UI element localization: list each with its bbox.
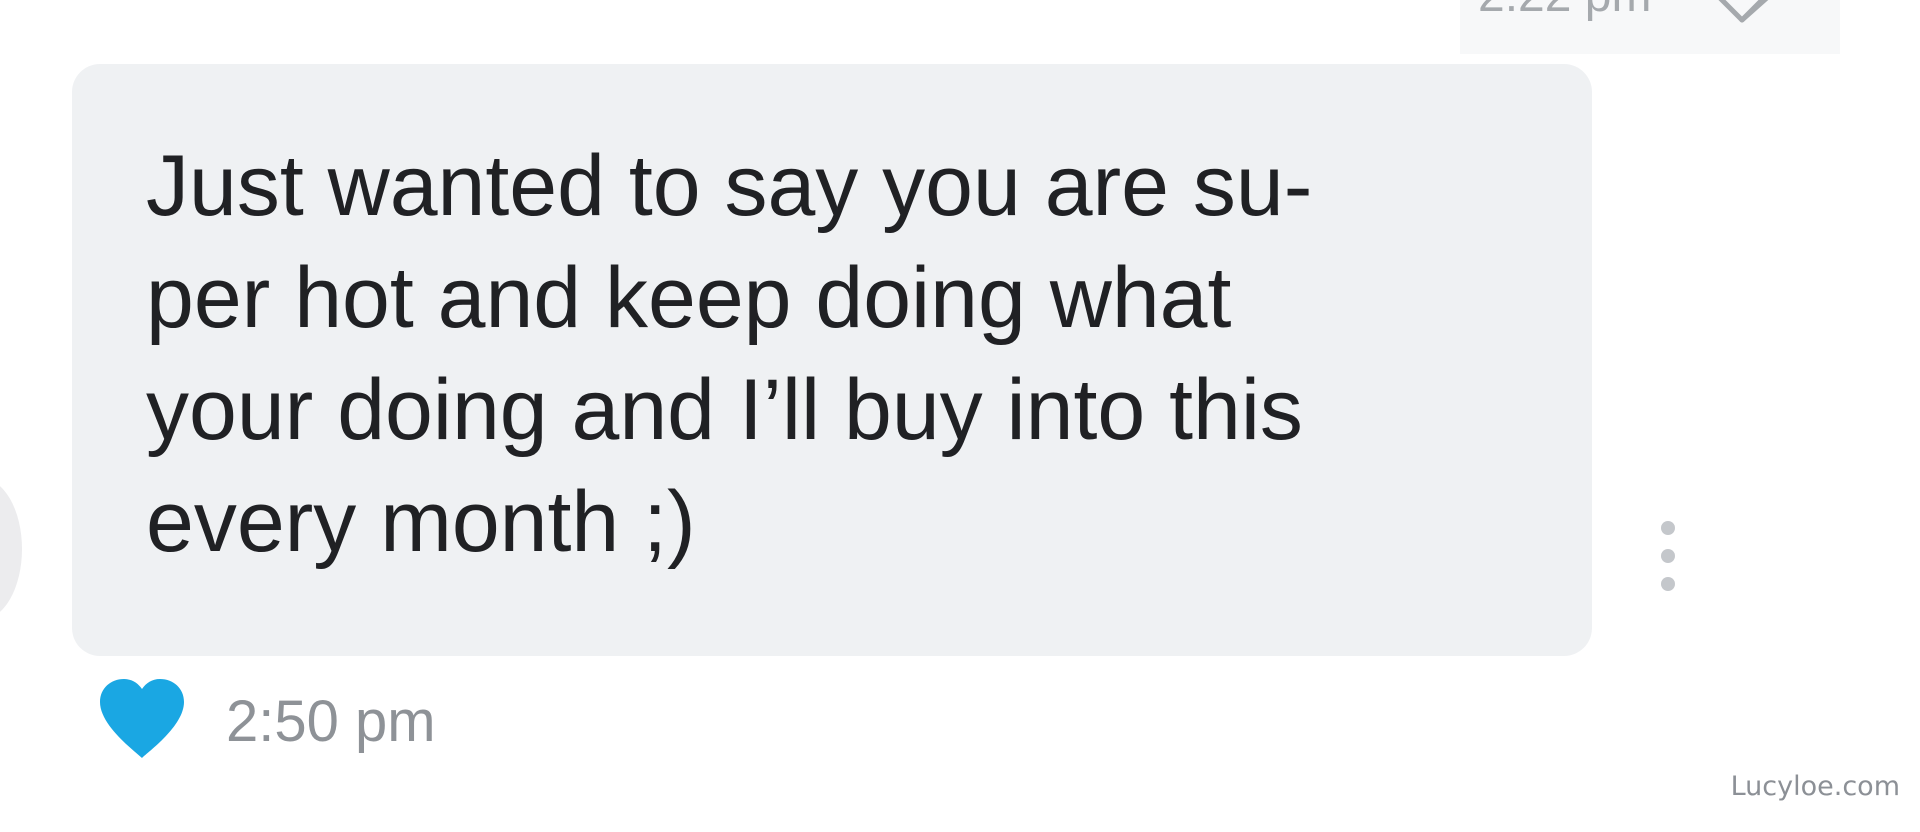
message-time: 2:50 pm [226,689,436,754]
more-options-button[interactable] [1648,518,1688,594]
double-check-icon [1716,0,1786,26]
previous-message-footer: 2:22 pm [1460,0,1840,54]
message-text: Just wanted to say you are su- per hot a… [146,138,1313,570]
message-bubble[interactable]: Just wanted to say you are su- per hot a… [72,64,1592,656]
more-vertical-icon [1661,521,1675,591]
like-button[interactable] [96,676,188,762]
avatar[interactable] [0,478,22,620]
message-meta: 2:50 pm [96,676,596,766]
watermark: Lucyloe.com [1730,771,1900,802]
heart-icon [100,679,184,758]
previous-message-time: 2:22 pm [1478,0,1651,23]
